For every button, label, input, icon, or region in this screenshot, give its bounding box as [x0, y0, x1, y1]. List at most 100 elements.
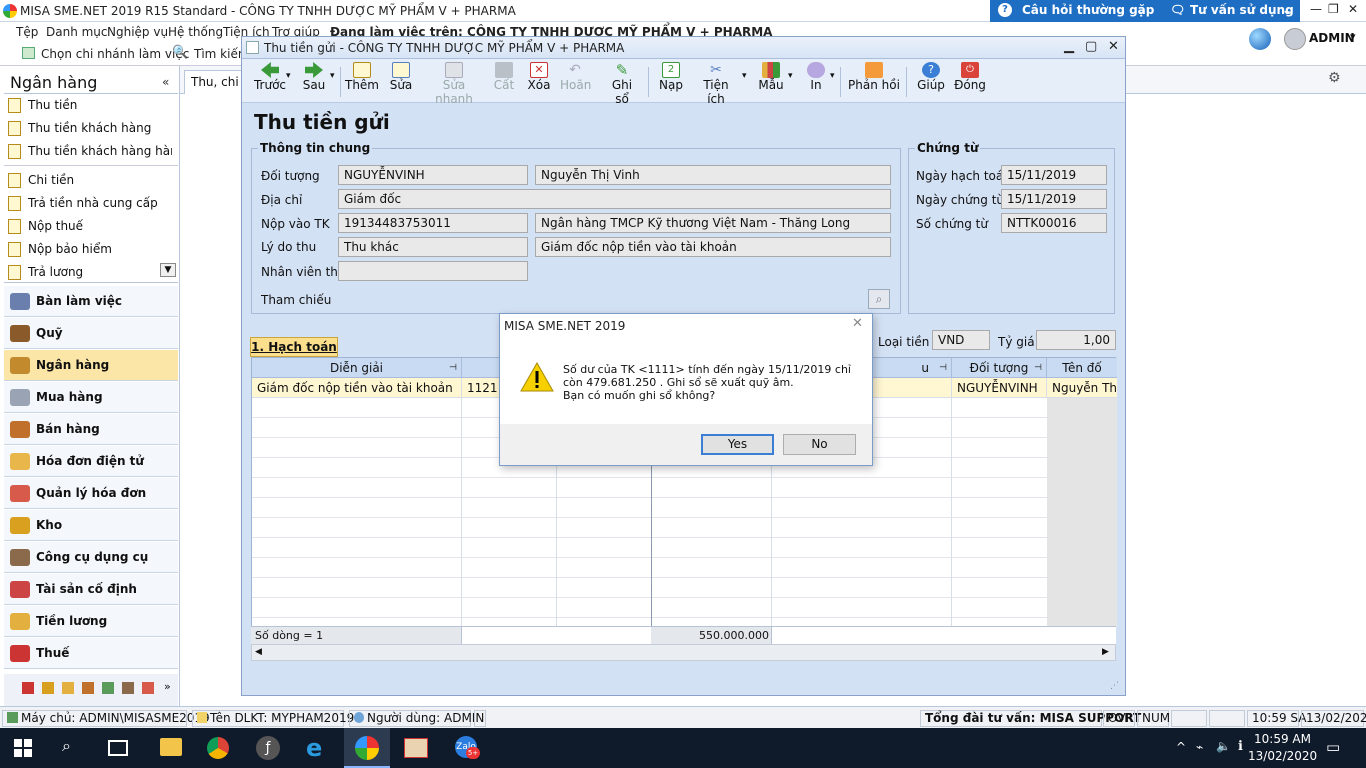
module-tai-san-co-dinh[interactable]: Tài sản cố định: [4, 574, 178, 605]
globe-icon[interactable]: [1249, 28, 1271, 50]
module-ban-lam-viec[interactable]: Bàn làm việc: [4, 286, 178, 317]
pin-icon[interactable]: ⊣: [1034, 358, 1042, 378]
nav-scroll-down-icon[interactable]: ▼: [160, 263, 176, 277]
ly-do-thu-field[interactable]: Thu khác: [338, 237, 528, 257]
print-dropdown-icon[interactable]: ▾: [830, 71, 835, 81]
scroll-left-icon[interactable]: ◀: [255, 647, 262, 657]
menu-he-thong[interactable]: Hệ thống: [168, 25, 223, 39]
shortcut-icon[interactable]: [142, 682, 154, 694]
file-explorer-icon[interactable]: [160, 738, 182, 756]
dia-chi-field[interactable]: Giám đốc: [338, 189, 891, 209]
next-dropdown-icon[interactable]: ▾: [330, 71, 335, 81]
feedback-button[interactable]: Phản hồi: [848, 62, 900, 92]
taskbar-time[interactable]: 10:59 AM: [1254, 732, 1311, 746]
print-button[interactable]: In: [804, 62, 828, 92]
restore-icon[interactable]: ❐: [1328, 2, 1339, 16]
cell-doi-tuong[interactable]: NGUYỄNVINH: [952, 378, 1047, 398]
task-view-icon[interactable]: [108, 740, 128, 756]
pin-icon[interactable]: ⊣: [939, 358, 947, 378]
reference-lookup-icon[interactable]: ⌕: [868, 289, 890, 309]
resize-grip-icon[interactable]: ⋰: [1110, 681, 1119, 691]
bank-name-field[interactable]: Ngân hàng TMCP Kỹ thương Việt Nam - Thăn…: [535, 213, 891, 233]
user-dropdown-icon[interactable]: ▾: [1350, 30, 1356, 43]
window-minimize-icon[interactable]: ▁: [1064, 39, 1074, 54]
start-icon[interactable]: [14, 739, 32, 757]
chrome-icon[interactable]: [207, 737, 229, 759]
close-icon[interactable]: ✕: [1348, 2, 1358, 16]
module-hoa-don-dien-tu[interactable]: Hóa đơn điện tử: [4, 446, 178, 477]
faq-dropdown-icon[interactable]: ⌄: [1136, 0, 1146, 22]
menu-nghiep-vu[interactable]: Nghiệp vụ: [107, 25, 168, 39]
utilities-button[interactable]: ✂ Tiện ích: [694, 62, 738, 106]
module-kho[interactable]: Kho: [4, 510, 178, 541]
search-taskbar-icon[interactable]: ⌕: [62, 736, 86, 760]
settings-icon[interactable]: ⚙: [1328, 70, 1341, 86]
save-button[interactable]: Cất: [490, 62, 518, 92]
taskbar-date[interactable]: 13/02/2020: [1248, 749, 1317, 763]
module-ban-hang[interactable]: Bán hàng: [4, 414, 178, 445]
undo-button[interactable]: ↶ Hoãn: [560, 62, 591, 92]
branch-button[interactable]: Chọn chi nhánh làm việc: [41, 47, 189, 61]
col-doi-tuong[interactable]: Đối tượng ⊣: [952, 358, 1047, 378]
module-tien-luong[interactable]: Tiền lương: [4, 606, 178, 637]
user-name[interactable]: ADMIN: [1309, 31, 1355, 45]
col-dien-giai[interactable]: Diễn giải ⊣: [252, 358, 462, 378]
misa-taskbar-icon[interactable]: [355, 736, 379, 760]
module-quan-ly-hoa-don[interactable]: Quản lý hóa đơn: [4, 478, 178, 509]
nav-item-chi-tien[interactable]: Chi tiền: [6, 169, 172, 191]
faq-button[interactable]: Câu hỏi thường gặp: [1022, 0, 1154, 22]
scroll-right-icon[interactable]: ▶: [1102, 647, 1109, 657]
so-chung-tu-field[interactable]: NTTK00016: [1001, 213, 1107, 233]
close-form-button[interactable]: ⏻ Đóng: [954, 62, 986, 92]
collapse-icon[interactable]: «: [162, 75, 169, 89]
edit-button[interactable]: Sửa: [384, 62, 418, 92]
nav-item-tra-luong[interactable]: Trả lương: [6, 261, 156, 283]
shortcut-icon[interactable]: [122, 682, 134, 694]
dialog-close-icon[interactable]: ✕: [852, 316, 863, 331]
nav-item-tra-tien-ncc[interactable]: Trả tiền nhà cung cấp: [6, 192, 172, 214]
prev-button[interactable]: Trước: [250, 62, 290, 92]
shortcut-icon[interactable]: [62, 682, 74, 694]
nav-item-thu-tien-khach-hang-hang-loat[interactable]: Thu tiền khách hàng hàng l...: [6, 140, 172, 162]
utilities-dropdown-icon[interactable]: ▾: [742, 71, 747, 81]
cell-ten-doi-tuong[interactable]: Nguyễn Thị V: [1047, 378, 1117, 398]
currency-field[interactable]: VND: [932, 330, 990, 350]
shortcut-icon[interactable]: [102, 682, 114, 694]
advise-dropdown-icon[interactable]: ⌄: [1282, 0, 1292, 22]
nhan-vien-thu-field[interactable]: [338, 261, 528, 281]
module-mua-hang[interactable]: Mua hàng: [4, 382, 178, 413]
help-button[interactable]: ? Giúp: [916, 62, 946, 92]
rate-field[interactable]: 1,00: [1036, 330, 1116, 350]
quick-edit-button[interactable]: Sửa nhanh: [424, 62, 484, 106]
module-ngan-hang[interactable]: Ngân hàng: [4, 350, 178, 381]
nop-vao-tk-field[interactable]: 19134483753011: [338, 213, 528, 233]
user-avatar-icon[interactable]: [1284, 28, 1306, 50]
cell-dien-giai[interactable]: Giám đốc nộp tiền vào tài khoản: [252, 378, 462, 398]
ngay-chung-tu-field[interactable]: 15/11/2019: [1001, 189, 1107, 209]
flash-icon[interactable]: ƒ: [256, 736, 280, 760]
ie-icon[interactable]: e: [306, 736, 330, 760]
shortcut-icon[interactable]: [22, 682, 34, 694]
no-button[interactable]: No: [783, 434, 856, 455]
dien-giai-field[interactable]: Giám đốc nộp tiền vào tài khoản: [535, 237, 891, 257]
shortcut-icon[interactable]: [42, 682, 54, 694]
ngay-hach-toan-field[interactable]: 15/11/2019: [1001, 165, 1107, 185]
post-button[interactable]: ✎ Ghi sổ: [604, 62, 640, 106]
pin-icon[interactable]: ⊣: [449, 358, 457, 378]
module-cong-cu-dung-cu[interactable]: Công cụ dụng cụ: [4, 542, 178, 573]
notification-icon[interactable]: ▭: [1326, 738, 1340, 756]
advise-button[interactable]: Tư vấn sử dụng: [1190, 0, 1294, 22]
menu-tep[interactable]: Tệp: [16, 25, 38, 39]
horizontal-scrollbar[interactable]: ◀ ▶: [251, 644, 1116, 661]
nav-item-thu-tien-khach-hang[interactable]: Thu tiền khách hàng: [6, 117, 172, 139]
col-ten-doi-tuong[interactable]: Tên đố: [1047, 358, 1117, 378]
more-icon[interactable]: »: [164, 680, 171, 693]
template-dropdown-icon[interactable]: ▾: [788, 71, 793, 81]
volume-icon[interactable]: 🔈: [1216, 739, 1231, 753]
doi-tuong-name-field[interactable]: Nguyễn Thị Vinh: [535, 165, 891, 185]
network-icon[interactable]: ⌁: [1196, 740, 1203, 754]
yes-button[interactable]: Yes: [701, 434, 774, 455]
ime-icon[interactable]: ℹ: [1238, 739, 1243, 754]
reload-button[interactable]: 2 Nạp: [656, 62, 686, 92]
app-taskbar-icon[interactable]: [404, 738, 428, 758]
